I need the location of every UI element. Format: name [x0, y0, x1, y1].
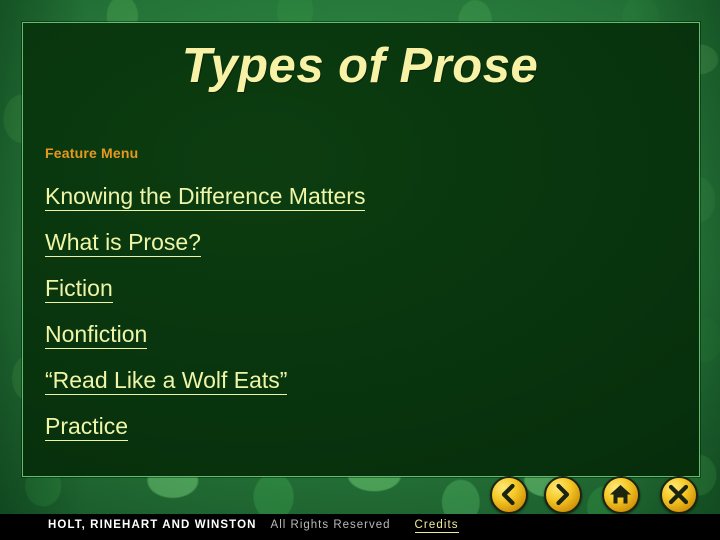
list-item: “Read Like a Wolf Eats” [45, 369, 680, 395]
menu-link-nonfiction[interactable]: Nonfiction [45, 323, 148, 349]
home-icon [602, 476, 640, 514]
footer-bar: HOLT, RINEHART AND WINSTON All Rights Re… [0, 514, 720, 540]
presentation-slide: Types of Prose Feature Menu Knowing the … [0, 0, 720, 540]
feature-menu-heading: Feature Menu [45, 145, 139, 161]
close-x-icon [660, 476, 698, 514]
menu-link-practice[interactable]: Practice [45, 415, 129, 441]
menu-link-knowing-the-difference-matters[interactable]: Knowing the Difference Matters [45, 185, 366, 211]
menu-link-read-like-a-wolf-eats[interactable]: “Read Like a Wolf Eats” [45, 369, 288, 395]
rights-text: All Rights Reserved [270, 519, 391, 531]
page-title: Types of Prose [181, 39, 539, 93]
credits-link[interactable]: Credits [414, 519, 459, 533]
list-item: Fiction [45, 277, 680, 303]
chevron-left-icon [490, 476, 528, 514]
list-item: Practice [45, 415, 680, 441]
chevron-right-icon [544, 476, 582, 514]
menu-link-what-is-prose[interactable]: What is Prose? [45, 231, 201, 257]
publisher-brand: HOLT, RINEHART AND WINSTON [48, 519, 257, 531]
list-item: What is Prose? [45, 231, 680, 257]
list-item: Nonfiction [45, 323, 680, 349]
feature-menu-list: Knowing the Difference Matters What is P… [45, 185, 680, 461]
menu-link-fiction[interactable]: Fiction [45, 277, 113, 303]
footer-content: HOLT, RINEHART AND WINSTON All Rights Re… [48, 519, 459, 533]
list-item: Knowing the Difference Matters [45, 185, 680, 211]
